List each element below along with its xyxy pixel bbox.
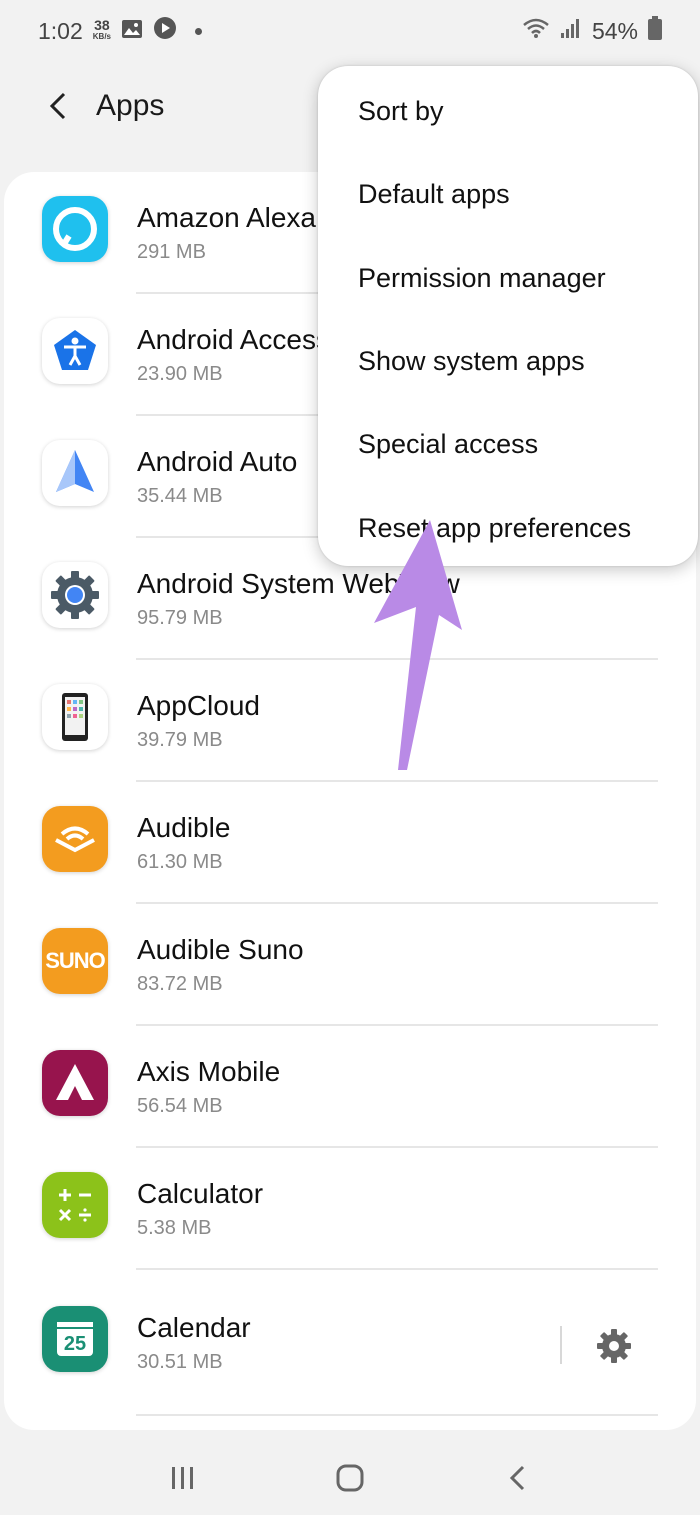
page-title: Apps	[96, 89, 165, 122]
back-button[interactable]	[40, 88, 76, 124]
back-arrow-icon	[49, 92, 66, 120]
app-size: 291 MB	[137, 241, 206, 263]
settings-separator	[560, 1326, 562, 1364]
appcloud-icon	[42, 684, 108, 750]
signal-icon	[560, 17, 582, 45]
row-divider	[136, 1414, 658, 1416]
app-size: 39.79 MB	[137, 729, 223, 751]
play-icon	[153, 16, 177, 46]
app-size: 35.44 MB	[137, 485, 223, 507]
app-name: Audible Suno	[137, 934, 304, 965]
home-icon	[336, 1464, 364, 1491]
app-row-audible-suno[interactable]: SUNO Audible Suno 83.72 MB	[4, 904, 696, 1026]
network-speed: 38 KB/s	[92, 17, 111, 42]
network-speed-value: 38	[94, 17, 110, 33]
axis-icon	[42, 1050, 108, 1116]
suno-icon: SUNO	[42, 928, 108, 994]
menu-item-sort-by[interactable]: Sort by	[318, 70, 698, 153]
row-divider	[136, 1268, 658, 1270]
app-size: 83.72 MB	[137, 973, 223, 995]
audible-icon	[42, 806, 108, 872]
app-name: Calculator	[137, 1178, 264, 1209]
calendar-date: 25	[63, 1333, 87, 1355]
status-right: 54%	[522, 16, 662, 46]
status-bar: 1:02 38 KB/s 54%	[0, 0, 700, 62]
battery-percent: 54%	[591, 17, 638, 44]
recents-button[interactable]	[153, 1448, 213, 1508]
app-name: Calendar	[137, 1312, 251, 1343]
app-size: 61.30 MB	[137, 851, 223, 873]
app-row-calculator[interactable]: Calculator 5.38 MB	[4, 1148, 696, 1270]
menu-item-show-system-apps[interactable]: Show system apps	[318, 320, 698, 403]
home-button[interactable]	[320, 1448, 380, 1508]
webview-gear-icon	[42, 562, 108, 628]
alexa-icon	[42, 196, 108, 262]
suno-label: SUNO	[45, 948, 106, 973]
android-auto-icon	[42, 440, 108, 506]
status-time: 1:02	[38, 17, 83, 44]
app-name: AppCloud	[137, 690, 260, 721]
app-name: Axis Mobile	[137, 1056, 281, 1087]
back-icon	[509, 1465, 524, 1490]
recents-icon	[172, 1466, 194, 1489]
wifi-icon	[522, 17, 550, 45]
calendar-settings-button[interactable]	[594, 1326, 634, 1366]
app-size: 5.38 MB	[137, 1217, 212, 1239]
app-row-audible[interactable]: Audible 61.30 MB	[4, 782, 696, 904]
menu-item-permission-manager[interactable]: Permission manager	[318, 237, 698, 320]
app-row-appcloud[interactable]: AppCloud 39.79 MB	[4, 660, 696, 782]
menu-item-special-access[interactable]: Special access	[318, 403, 698, 486]
gallery-icon	[121, 18, 143, 45]
status-left: 1:02 38 KB/s	[38, 16, 202, 46]
navigation-bar	[0, 1440, 700, 1515]
menu-item-default-apps[interactable]: Default apps	[318, 153, 698, 236]
phone-screen: 1:02 38 KB/s 54% Apps Amazon Alexa 291 M…	[0, 0, 700, 1515]
app-size: 30.51 MB	[137, 1351, 223, 1373]
app-name: Android Auto	[137, 446, 298, 477]
calculator-icon	[42, 1172, 108, 1238]
dot-icon	[195, 27, 202, 35]
app-row-axis-mobile[interactable]: Axis Mobile 56.54 MB	[4, 1026, 696, 1148]
network-speed-unit: KB/s	[92, 32, 111, 41]
app-size: 95.79 MB	[137, 607, 223, 629]
app-size: 56.54 MB	[137, 1095, 223, 1117]
annotation-arrow-icon	[374, 520, 462, 770]
app-row-calendar[interactable]: 25 Calendar 30.51 MB	[4, 1282, 696, 1404]
gear-icon	[597, 1329, 631, 1363]
overflow-menu: Sort by Default apps Permission manager …	[318, 66, 698, 566]
app-name: Amazon Alexa	[137, 202, 316, 233]
battery-icon	[648, 16, 662, 46]
app-name: Audible	[137, 812, 231, 843]
nav-back-button[interactable]	[487, 1448, 547, 1508]
accessibility-icon	[42, 318, 108, 384]
app-size: 23.90 MB	[137, 363, 223, 385]
calendar-icon: 25	[42, 1306, 108, 1372]
